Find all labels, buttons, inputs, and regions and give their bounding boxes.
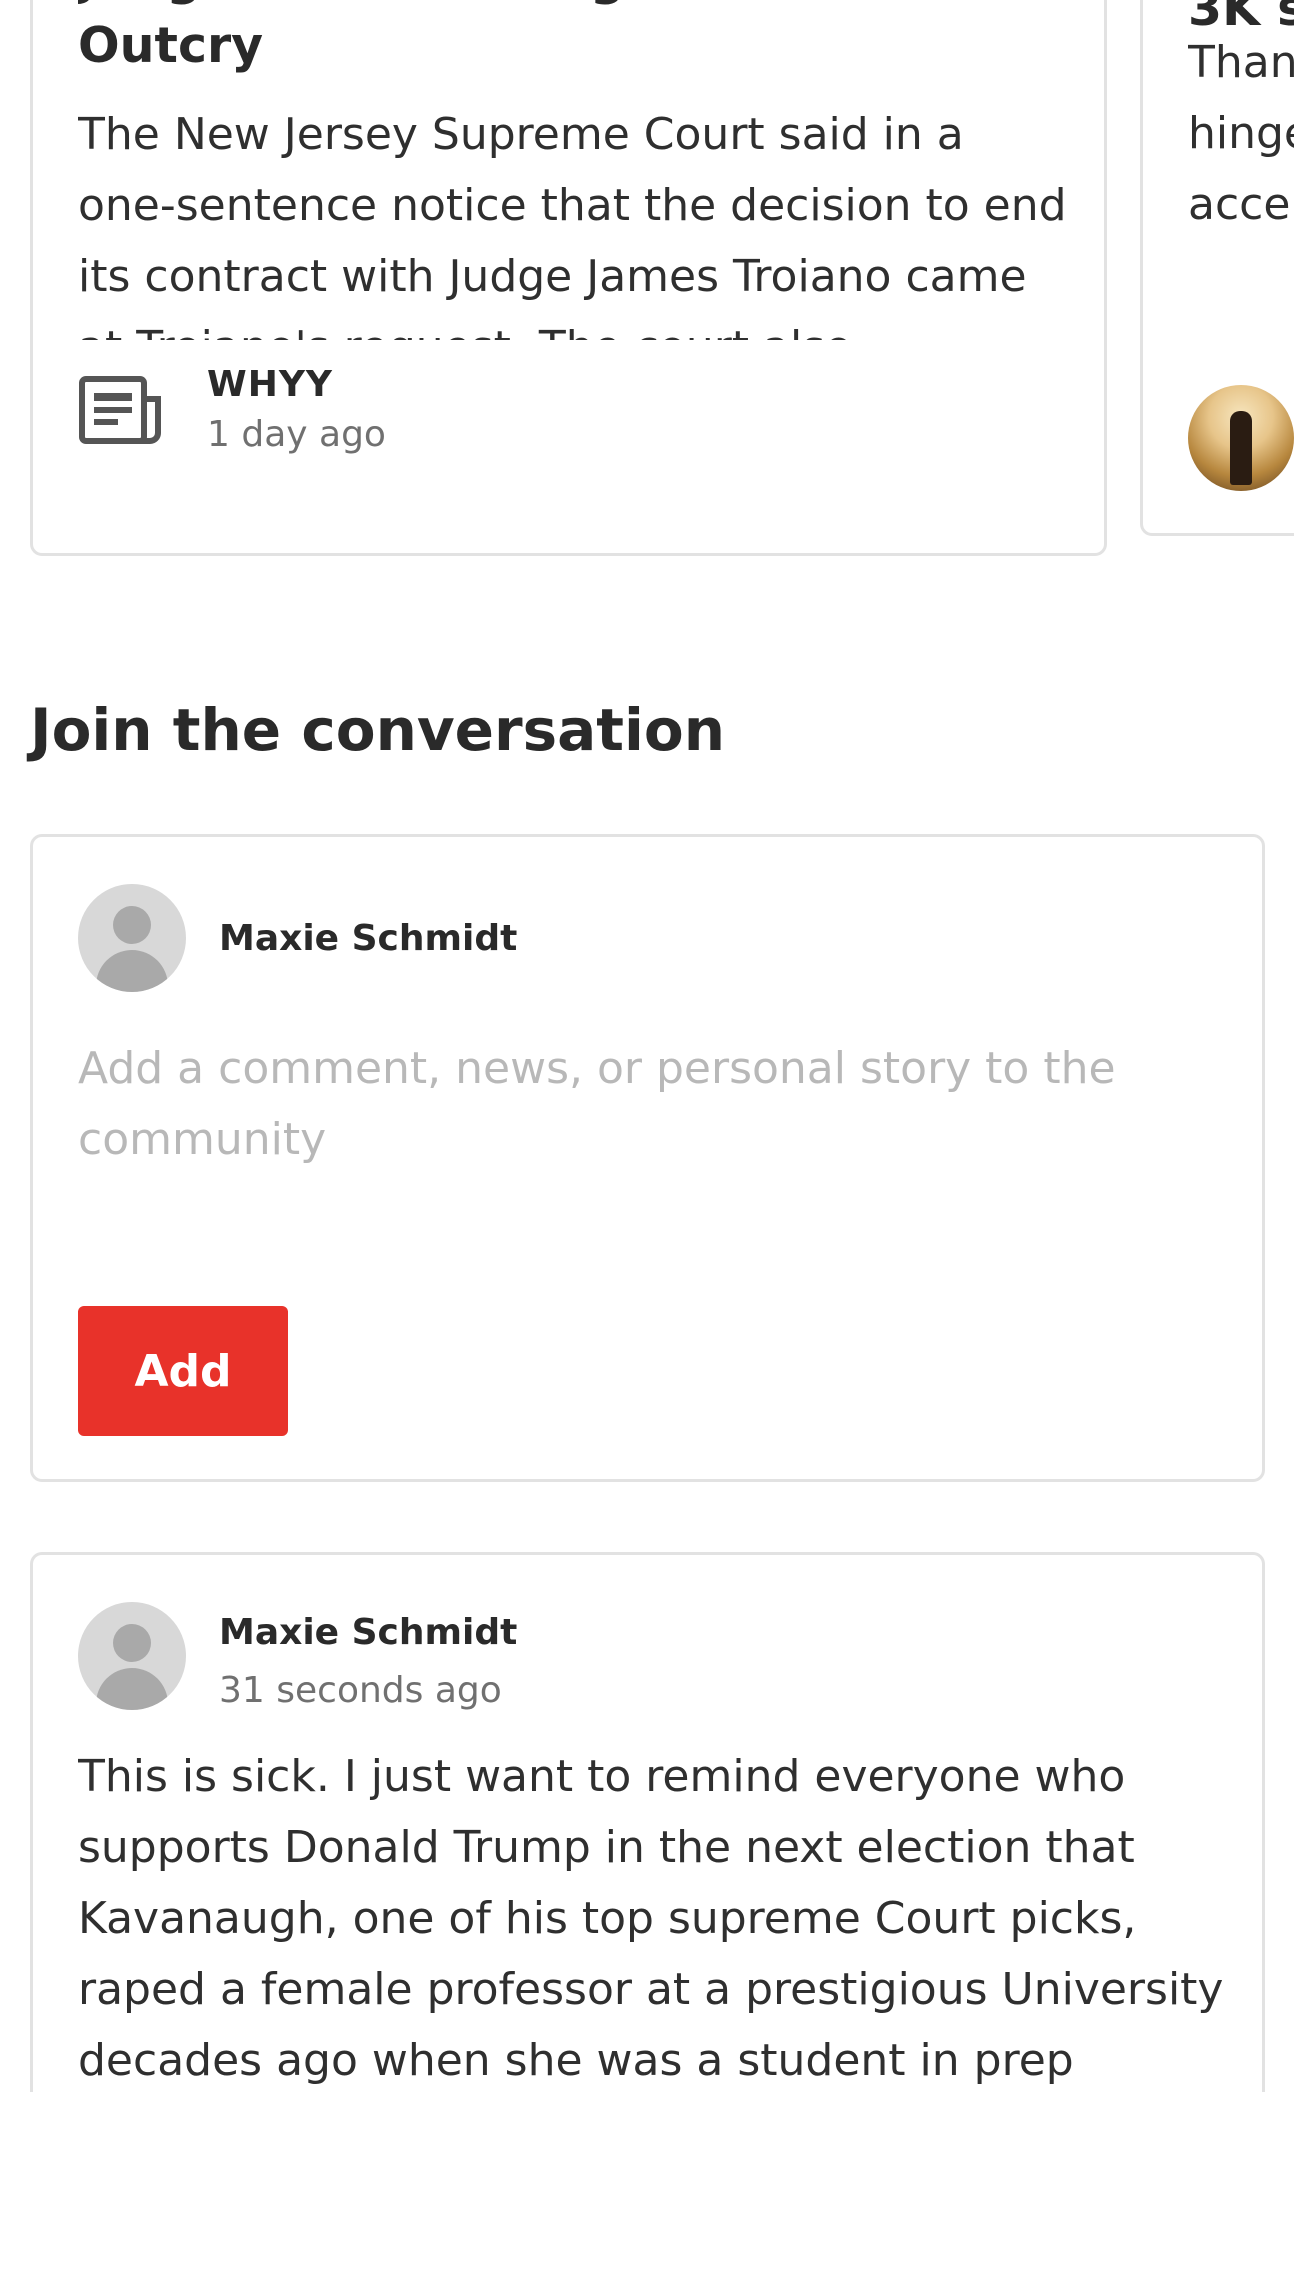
avatar bbox=[78, 884, 186, 992]
story-timestamp: 1 day ago bbox=[207, 414, 386, 455]
story-card[interactable]: 3K s Than petiti hinge voice acce bbox=[1140, 0, 1312, 536]
composer-user-name: Maxie Schmidt bbox=[219, 918, 518, 959]
related-stories-carousel[interactable]: Judge Troiano Resigns Amid Public Outcry… bbox=[0, 0, 1312, 560]
section-heading: Join the conversation bbox=[30, 696, 726, 764]
story-title[interactable]: Judge Troiano Resigns Amid Public Outcry bbox=[78, 0, 1038, 80]
comment-input[interactable] bbox=[78, 1033, 1198, 1193]
comment-text: This is sick. I just want to remind ever… bbox=[78, 1751, 1224, 2086]
comment-composer: Maxie Schmidt Add bbox=[30, 834, 1265, 1482]
user-silhouette-icon bbox=[113, 906, 151, 944]
story-excerpt: The New Jersey Supreme Court said in a o… bbox=[78, 109, 1067, 340]
user-silhouette-icon bbox=[113, 1624, 151, 1662]
newspaper-icon bbox=[79, 376, 161, 444]
story-card[interactable]: Judge Troiano Resigns Amid Public Outcry… bbox=[30, 0, 1107, 556]
comment-timestamp: 31 seconds ago bbox=[219, 1670, 502, 1711]
source-name[interactable]: WHYY bbox=[207, 363, 386, 407]
story-source: WHYY 1 day ago bbox=[78, 363, 386, 463]
avatar[interactable] bbox=[78, 1602, 186, 1710]
comment-card: Maxie Schmidt 31 seconds ago This is sic… bbox=[30, 1552, 1265, 2092]
comment-author[interactable]: Maxie Schmidt bbox=[219, 1611, 517, 1655]
add-comment-button[interactable]: Add bbox=[78, 1306, 288, 1436]
carousel-edge bbox=[1294, 0, 1312, 560]
story-thumbnail bbox=[1188, 385, 1294, 491]
